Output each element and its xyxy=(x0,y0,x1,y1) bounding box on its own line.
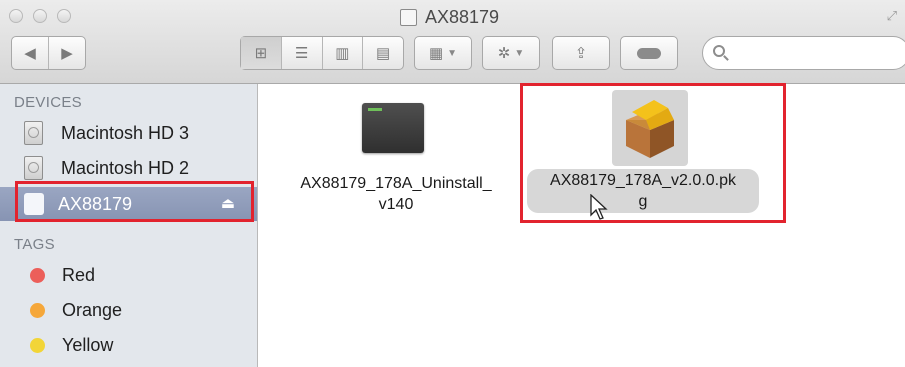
arrange-grid-icon: ▦ xyxy=(428,45,444,62)
file-name-selection-highlight xyxy=(527,169,759,213)
tags-heading: TAGS xyxy=(14,236,55,253)
minimize-window-button[interactable] xyxy=(33,9,47,23)
package-installer-icon xyxy=(626,100,674,158)
sidebar-item-macintosh-hd-2[interactable]: Macintosh HD 2 xyxy=(0,151,257,185)
list-view-icon: ☰ xyxy=(294,45,309,62)
tag-icon xyxy=(637,47,661,59)
volume-icon xyxy=(400,8,417,26)
search-icon xyxy=(713,45,725,57)
file-name: AX88179_178A_v2.0.0.pk g xyxy=(527,170,759,212)
triangle-right-icon: ▶ xyxy=(61,45,73,62)
sidebar-item-tag-orange[interactable]: Orange xyxy=(0,293,257,327)
column-view-button[interactable]: ▥ xyxy=(321,37,363,69)
window-titlebar: AX88179 ⤢ ◀ ▶ ⊞ ☰ ▥ ▤ ▦ ▼ ✲ ▼ ⇪ xyxy=(0,0,905,84)
terminal-script-icon xyxy=(362,103,424,153)
list-view-button[interactable]: ☰ xyxy=(280,37,322,69)
sidebar-item-label: Macintosh HD 3 xyxy=(61,122,190,143)
hard-disk-icon xyxy=(24,121,43,145)
sidebar-item-ax88179[interactable]: AX88179 ⏏ xyxy=(0,187,257,221)
hard-disk-icon xyxy=(24,156,43,180)
file-name-line-1: AX88179_178A_Uninstall_ xyxy=(300,175,492,192)
mouse-pointer-icon xyxy=(590,194,608,220)
coverflow-view-icon: ▤ xyxy=(376,45,391,62)
arrange-button[interactable]: ▦ ▼ xyxy=(414,36,472,70)
file-name-line-2: g xyxy=(638,193,648,210)
package-selection-highlight xyxy=(612,90,688,166)
back-forward-control: ◀ ▶ xyxy=(11,36,86,70)
window-title-text: AX88179 xyxy=(425,6,500,27)
sidebar: DEVICES Macintosh HD 3 Macintosh HD 2 AX… xyxy=(0,84,258,367)
sidebar-item-tag-yellow[interactable]: Yellow xyxy=(0,328,257,362)
view-mode-control: ⊞ ☰ ▥ ▤ xyxy=(240,36,404,70)
action-button[interactable]: ✲ ▼ xyxy=(482,36,540,70)
file-item-uninstall[interactable]: AX88179_178A_Uninstall_ v140 xyxy=(258,84,528,224)
window-title: AX88179 xyxy=(400,6,499,28)
close-window-button[interactable] xyxy=(9,9,23,23)
coverflow-view-button[interactable]: ▤ xyxy=(362,37,403,69)
red-tag-dot-icon xyxy=(30,267,45,283)
external-drive-icon xyxy=(24,193,44,215)
icon-view-button[interactable]: ⊞ xyxy=(241,37,281,69)
share-button[interactable]: ⇪ xyxy=(552,36,610,70)
zoom-window-button[interactable] xyxy=(57,9,71,23)
chevron-down-icon: ▼ xyxy=(514,47,525,59)
icon-view-icon: ⊞ xyxy=(254,45,268,62)
sidebar-item-label: AX88179 xyxy=(58,193,133,214)
sidebar-item-macintosh-hd-3[interactable]: Macintosh HD 3 xyxy=(0,116,257,150)
file-name: AX88179_178A_Uninstall_ v140 xyxy=(276,173,516,215)
sidebar-item-label: Orange xyxy=(62,299,123,320)
search-input[interactable] xyxy=(702,36,905,70)
file-name-line-2: v140 xyxy=(378,196,414,213)
triangle-left-icon: ◀ xyxy=(24,45,36,62)
sidebar-item-tag-red[interactable]: Red xyxy=(0,258,257,292)
chevron-down-icon: ▼ xyxy=(447,47,458,59)
yellow-tag-dot-icon xyxy=(30,337,45,353)
share-icon: ⇪ xyxy=(574,45,588,62)
orange-tag-dot-icon xyxy=(30,302,45,318)
file-name-line-1: AX88179_178A_v2.0.0.pk xyxy=(550,172,736,189)
forward-button[interactable]: ▶ xyxy=(48,37,85,69)
eject-icon[interactable]: ⏏ xyxy=(221,194,235,212)
sidebar-item-label: Yellow xyxy=(62,334,114,355)
sidebar-item-label: Red xyxy=(62,264,96,285)
devices-heading: DEVICES xyxy=(14,94,82,111)
sidebar-item-label: Macintosh HD 2 xyxy=(61,157,190,178)
column-view-icon: ▥ xyxy=(335,45,350,62)
gear-icon: ✲ xyxy=(497,45,511,62)
back-button[interactable]: ◀ xyxy=(12,37,48,69)
file-browser-area: AX88179_178A_Uninstall_ v140 AX88179_178… xyxy=(258,84,905,367)
fullscreen-icon[interactable]: ⤢ xyxy=(887,8,897,24)
tags-button[interactable] xyxy=(620,36,678,70)
